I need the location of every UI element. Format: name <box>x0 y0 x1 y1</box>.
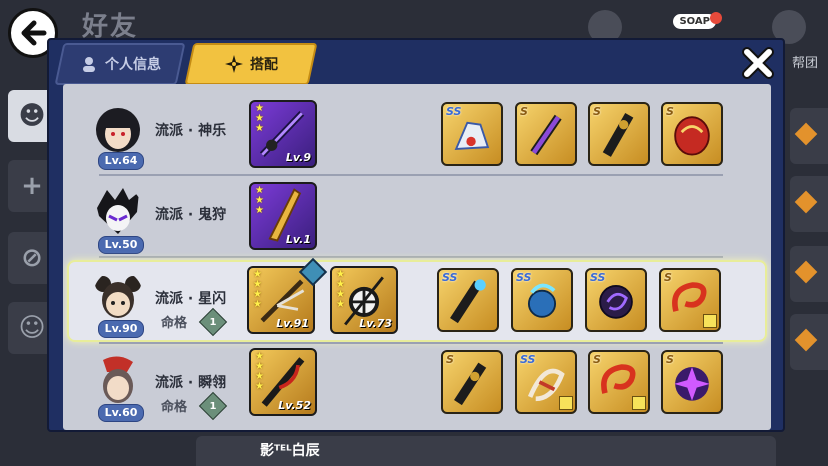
grade-badge: S <box>666 353 674 366</box>
weapon-slot[interactable]: ★ ★ ★ Lv.1 <box>249 182 317 250</box>
grade-badge: SS <box>520 353 536 366</box>
tab-personal-info[interactable]: 个人信息 <box>54 43 186 85</box>
avatar <box>93 186 143 238</box>
level-badge: Lv.50 <box>98 236 144 254</box>
outfit-modal: 个人信息 搭配 Lv.64 流派 · 神乐 ★ ★ ★ Lv.9 SS S S … <box>47 38 785 432</box>
grade-badge: SS <box>516 271 532 284</box>
level-badge: Lv.60 <box>98 404 144 422</box>
grade-badge: S <box>666 105 674 118</box>
equipment-slot[interactable]: S <box>588 102 650 166</box>
equipment-slot[interactable]: SS <box>585 268 647 332</box>
grade-badge: S <box>664 271 672 284</box>
equipment-slot[interactable]: S <box>441 350 503 414</box>
list-item[interactable]: Lv.60 流派 · 瞬翎 命格 1 ★★★★ Lv.52 S SS S <box>69 346 765 424</box>
weapon-level: Lv.1 <box>285 233 311 246</box>
school-label: 流派 · 星闪 <box>155 291 227 307</box>
equipment-slot[interactable]: SS <box>511 268 573 332</box>
grade-badge: SS <box>442 271 458 284</box>
fate-badge: 1 <box>198 391 228 421</box>
school-label: 流派 · 神乐 <box>155 123 227 139</box>
weapon-slot[interactable]: ★ ★ ★ ★ Lv.73 <box>330 266 398 334</box>
equipment-slot[interactable]: S <box>659 268 721 332</box>
list-item[interactable]: Lv.64 流派 · 神乐 ★ ★ ★ Lv.9 SS S S S <box>69 94 765 172</box>
profile-icon <box>83 57 95 72</box>
guild-label: 帮团 <box>791 56 818 71</box>
equipment-slot[interactable]: S <box>661 350 723 414</box>
fate-label: 命格 <box>161 400 188 415</box>
rail-right-item[interactable] <box>790 246 828 302</box>
avatar <box>93 270 143 322</box>
rail-right-item[interactable] <box>790 176 828 232</box>
weapon-slot[interactable]: ★ ★ ★ ★ Lv.52 <box>249 348 317 416</box>
friend-name: 影ᵀᴱᴸ白辰 <box>260 443 320 459</box>
grade-badge: S <box>593 353 601 366</box>
grade-badge: S <box>593 105 601 118</box>
row-divider <box>99 256 723 258</box>
tab-label: 搭配 <box>250 57 278 73</box>
avatar <box>93 354 143 406</box>
level-badge: Lv.64 <box>98 152 144 170</box>
equipment-slot[interactable]: S <box>661 102 723 166</box>
row-divider <box>99 174 723 176</box>
weapon-level: Lv.73 <box>359 317 392 330</box>
close-icon <box>742 47 774 79</box>
grade-badge: SS <box>446 105 462 118</box>
equipment-slot[interactable]: SS <box>441 102 503 166</box>
tab-outfit[interactable]: 搭配 <box>184 43 318 85</box>
grade-badge: S <box>446 353 454 366</box>
star-rating: ★ ★ ★ ★ <box>336 269 345 310</box>
school-label: 流派 · 瞬翎 <box>155 375 227 391</box>
equipment-slot[interactable]: SS <box>515 350 577 414</box>
equipment-slot[interactable]: SS <box>437 268 499 332</box>
rail-right-item[interactable] <box>790 314 828 370</box>
set-corner-icon <box>559 396 573 410</box>
star-rating: ★ ★ ★ ★ <box>253 269 262 310</box>
close-button[interactable] <box>735 40 781 86</box>
equipment-slot[interactable]: S <box>588 350 650 414</box>
row-divider <box>99 342 723 344</box>
avatar <box>93 102 143 154</box>
list-item-selected[interactable]: Lv.90 流派 · 星闪 命格 1 ★ ★ ★ ★ Lv.91 ★ ★ ★ ★ Lv.73… <box>67 257 767 342</box>
fate-label: 命格 <box>161 316 188 331</box>
list-item[interactable]: Lv.50 流派 · 鬼狩 ★ ★ ★ Lv.1 <box>69 178 765 256</box>
star-rating: ★ ★ ★ <box>255 185 264 216</box>
school-label: 流派 · 鬼狩 <box>155 207 227 223</box>
grade-badge: S <box>520 105 528 118</box>
equipment-slot[interactable]: S <box>515 102 577 166</box>
grade-badge: SS <box>590 271 606 284</box>
weapon-level: Lv.91 <box>276 317 309 330</box>
outfit-list[interactable]: Lv.64 流派 · 神乐 ★ ★ ★ Lv.9 SS S S S Lv.50 … <box>63 84 771 430</box>
arrow-left-icon <box>21 20 47 46</box>
weapon-level: Lv.52 <box>278 399 311 412</box>
star-rating: ★ ★ ★ ★ <box>255 351 264 392</box>
tab-label: 个人信息 <box>105 57 161 73</box>
level-badge: Lv.90 <box>98 320 144 338</box>
rail-right-item[interactable] <box>790 108 828 164</box>
set-corner-icon <box>703 314 717 328</box>
star-rating: ★ ★ ★ <box>255 103 264 134</box>
set-corner-icon <box>632 396 646 410</box>
fate-badge: 1 <box>198 307 228 337</box>
weapon-slot[interactable]: ★ ★ ★ Lv.9 <box>249 100 317 168</box>
shuriken-icon <box>225 55 243 73</box>
notification-dot <box>710 12 722 24</box>
weapon-level: Lv.9 <box>285 151 311 164</box>
